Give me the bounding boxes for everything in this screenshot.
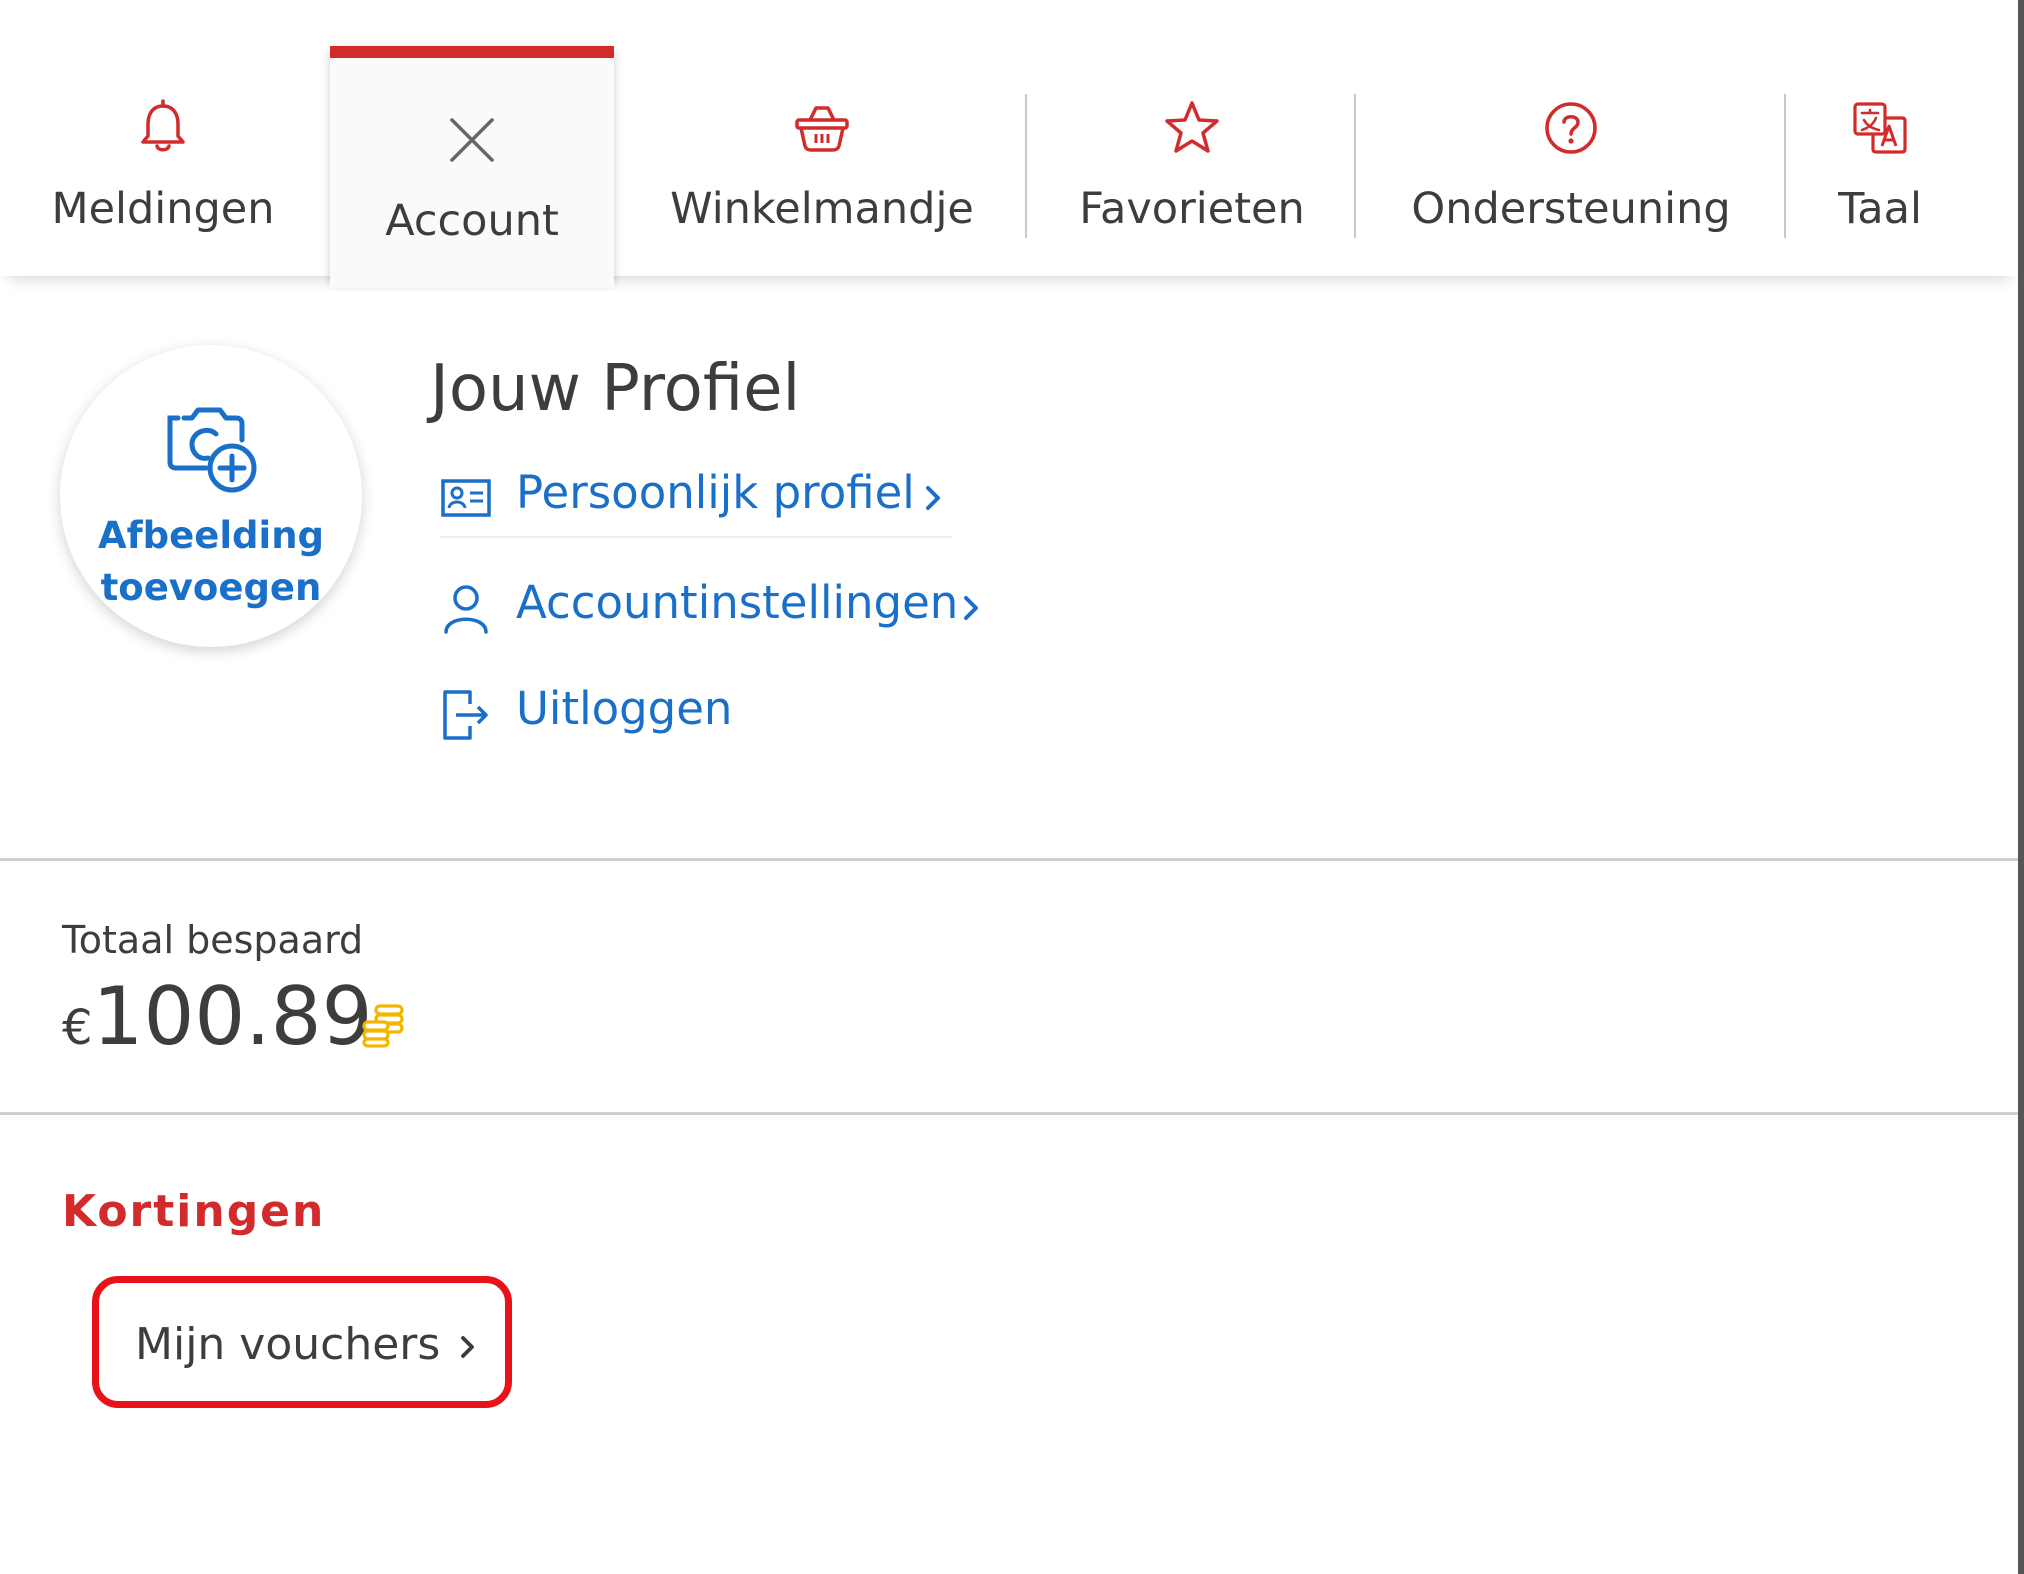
chevron-right-icon (918, 478, 948, 518)
account-panel: Meldingen Account Winkelmandje Favoriete… (0, 0, 2024, 1574)
tab-label: Winkelmandje (670, 184, 974, 234)
tab-support[interactable]: Ondersteuning (1358, 58, 1784, 276)
coins-icon (360, 1002, 406, 1048)
tab-cart[interactable]: Winkelmandje (618, 58, 1026, 276)
savings-value: 100.89 (92, 970, 373, 1063)
tab-label: Account (385, 196, 559, 246)
voucher-label: Mijn vouchers (135, 1319, 441, 1370)
basket-icon (792, 98, 852, 158)
my-vouchers-link[interactable]: Mijn vouchers (92, 1276, 512, 1408)
logout-link[interactable]: Uitloggen (440, 678, 760, 748)
link-label: Uitloggen (516, 682, 733, 735)
tab-divider (1354, 94, 1356, 238)
chevron-right-icon (455, 1329, 481, 1365)
link-divider (440, 536, 952, 538)
tab-divider (1025, 94, 1027, 238)
tab-label: Favorieten (1079, 184, 1305, 234)
add-photo-icon (162, 400, 262, 500)
chevron-right-icon (956, 588, 986, 628)
account-settings-link[interactable]: Accountinstellingen (440, 572, 1000, 642)
profile-title: Jouw Profiel (430, 352, 801, 426)
top-tab-bar: Meldingen Account Winkelmandje Favoriete… (0, 46, 2018, 288)
avatar-label: Afbeelding toevoegen (60, 510, 362, 614)
link-label: Accountinstellingen (516, 576, 959, 629)
tab-label: Taal (1838, 184, 1922, 234)
tab-label: Ondersteuning (1411, 184, 1731, 234)
tab-favorites[interactable]: Favorieten (1028, 58, 1356, 276)
savings-amount: €100.89 (62, 970, 372, 1063)
section-divider (0, 1112, 2018, 1115)
window-edge (2018, 0, 2024, 1574)
tab-language[interactable]: Taal (1788, 58, 1972, 276)
savings-label: Totaal bespaard (62, 918, 364, 962)
tab-divider (1784, 94, 1786, 238)
tab-label: Meldingen (51, 184, 275, 234)
avatar-label-line2: toevoegen (100, 566, 322, 609)
add-profile-picture-button[interactable]: Afbeelding toevoegen (60, 345, 362, 647)
translate-icon (1850, 98, 1910, 158)
section-divider (0, 858, 2018, 861)
link-label: Persoonlijk profiel (516, 466, 915, 519)
bell-icon (133, 98, 193, 158)
close-icon[interactable] (442, 110, 502, 170)
personal-profile-link[interactable]: Persoonlijk profiel (440, 462, 960, 532)
help-icon (1541, 98, 1601, 158)
currency-symbol: € (62, 1000, 93, 1056)
tab-account[interactable]: Account (330, 46, 614, 288)
id-card-icon (440, 472, 492, 524)
tab-notifications[interactable]: Meldingen (0, 58, 326, 276)
person-icon (440, 582, 492, 634)
star-icon (1162, 98, 1222, 158)
sign-out-icon (440, 688, 492, 740)
avatar-label-line1: Afbeelding (97, 514, 325, 557)
discounts-heading: Kortingen (62, 1186, 326, 1237)
